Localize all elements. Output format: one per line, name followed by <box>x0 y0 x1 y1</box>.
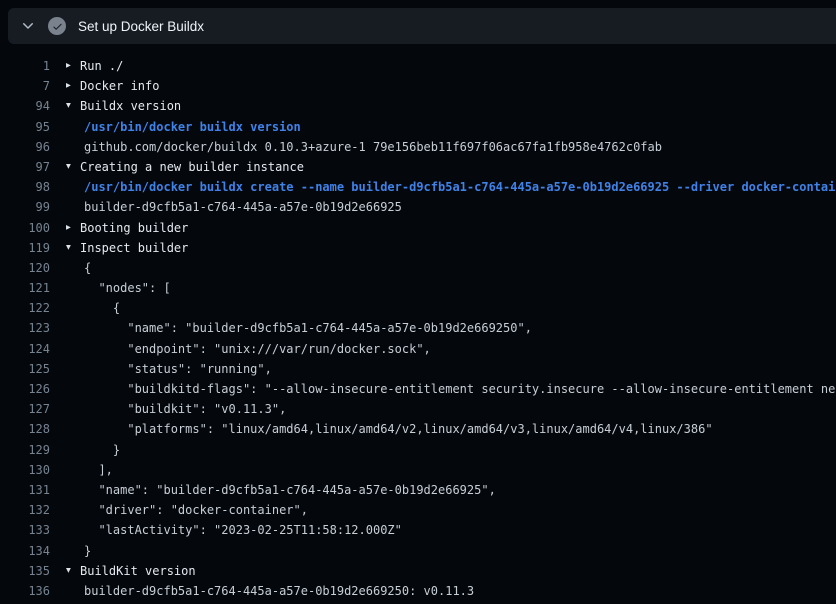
log-output-text: ], <box>66 460 113 480</box>
line-number[interactable]: 7 <box>0 76 50 96</box>
log-line: 133 "lastActivity": "2023-02-25T11:58:12… <box>0 520 836 540</box>
line-number[interactable]: 125 <box>0 359 50 379</box>
line-number[interactable]: 135 <box>0 561 50 581</box>
log-output-text: } <box>66 541 91 561</box>
log-line: 100 ▶Booting builder <box>0 218 836 238</box>
collapse-arrow-icon: ▼ <box>66 96 80 116</box>
log-line: 98/usr/bin/docker buildx create --name b… <box>0 177 836 197</box>
log-line: 119 ▼Inspect builder <box>0 238 836 258</box>
line-number[interactable]: 99 <box>0 197 50 217</box>
log-line: 122 { <box>0 298 836 318</box>
log-output-text: "status": "running", <box>66 359 272 379</box>
log-output-text: "buildkitd-flags": "--allow-insecure-ent… <box>66 379 836 399</box>
log-group-title[interactable]: Buildx version <box>80 96 181 116</box>
log-group-title[interactable]: Docker info <box>80 76 159 96</box>
log-line: 95/usr/bin/docker buildx version <box>0 117 836 137</box>
line-number[interactable]: 128 <box>0 419 50 439</box>
log-line: 130 ], <box>0 460 836 480</box>
line-number[interactable]: 97 <box>0 157 50 177</box>
log-output-text: "driver": "docker-container", <box>66 500 308 520</box>
line-number[interactable]: 122 <box>0 298 50 318</box>
log-group-title[interactable]: Creating a new builder instance <box>80 157 304 177</box>
chevron-down-icon <box>20 18 36 34</box>
line-number[interactable]: 133 <box>0 520 50 540</box>
line-number[interactable]: 123 <box>0 318 50 338</box>
line-number[interactable]: 119 <box>0 238 50 258</box>
line-number[interactable]: 121 <box>0 278 50 298</box>
log-command-text: /usr/bin/docker buildx create --name bui… <box>66 177 836 197</box>
log-output-text: "endpoint": "unix:///var/run/docker.sock… <box>66 339 431 359</box>
log-line: 136 builder-d9cfb5a1-c764-445a-a57e-0b19d… <box>0 581 836 601</box>
line-number[interactable]: 127 <box>0 399 50 419</box>
log-group-title[interactable]: Booting builder <box>80 218 188 238</box>
line-number[interactable]: 126 <box>0 379 50 399</box>
log-line: 124 "endpoint": "unix:///var/run/docker.… <box>0 339 836 359</box>
line-number[interactable]: 124 <box>0 339 50 359</box>
log-group-title[interactable]: Inspect builder <box>80 238 188 258</box>
step-header-bar[interactable]: Set up Docker Buildx <box>8 8 836 44</box>
line-number[interactable]: 94 <box>0 96 50 116</box>
expand-arrow-icon: ▶ <box>66 218 80 238</box>
log-output-area: 1▶Run ./7▶Docker info94▼Buildx version95… <box>0 44 836 604</box>
log-line: 99 builder-d9cfb5a1-c764-445a-a57e-0b19d2… <box>0 197 836 217</box>
log-output-text: builder-d9cfb5a1-c764-445a-a57e-0b19d2e6… <box>66 197 402 217</box>
line-number[interactable]: 129 <box>0 440 50 460</box>
line-number[interactable]: 136 <box>0 581 50 601</box>
expand-arrow-icon: ▶ <box>66 76 80 96</box>
line-number[interactable]: 130 <box>0 460 50 480</box>
step-title: Set up Docker Buildx <box>78 19 204 34</box>
line-number[interactable]: 120 <box>0 258 50 278</box>
line-number[interactable]: 131 <box>0 480 50 500</box>
log-output-text: "nodes": [ <box>66 278 171 298</box>
log-output-text: { <box>66 258 91 278</box>
log-line: 132 "driver": "docker-container", <box>0 500 836 520</box>
log-output-text: "platforms": "linux/amd64,linux/amd64/v2… <box>66 419 713 439</box>
line-number[interactable]: 96 <box>0 137 50 157</box>
log-line: 96 github.com/docker/buildx 0.10.3+azure-… <box>0 137 836 157</box>
line-number[interactable]: 134 <box>0 541 50 561</box>
log-line: 123 "name": "builder-d9cfb5a1-c764-445a-… <box>0 318 836 338</box>
log-line: 128 "platforms": "linux/amd64,linux/amd6… <box>0 419 836 439</box>
log-line: 135 ▼BuildKit version <box>0 561 836 581</box>
expand-arrow-icon: ▶ <box>66 56 80 76</box>
line-number[interactable]: 132 <box>0 500 50 520</box>
log-line: 127 "buildkit": "v0.11.3", <box>0 399 836 419</box>
log-output-text: builder-d9cfb5a1-c764-445a-a57e-0b19d2e6… <box>66 581 474 601</box>
log-output-text: } <box>66 440 120 460</box>
log-output-text: "name": "builder-d9cfb5a1-c764-445a-a57e… <box>66 480 496 500</box>
log-line: 121 "nodes": [ <box>0 278 836 298</box>
log-line: 7 ▶Docker info <box>0 76 836 96</box>
line-number[interactable]: 100 <box>0 218 50 238</box>
status-check-icon <box>48 17 66 35</box>
line-number[interactable]: 1 <box>0 56 50 76</box>
line-number[interactable]: 95 <box>0 117 50 137</box>
log-line: 126 "buildkitd-flags": "--allow-insecure… <box>0 379 836 399</box>
line-number[interactable]: 98 <box>0 177 50 197</box>
collapse-arrow-icon: ▼ <box>66 561 80 581</box>
log-output-text: "name": "builder-d9cfb5a1-c764-445a-a57e… <box>66 318 532 338</box>
collapse-arrow-icon: ▼ <box>66 157 80 177</box>
collapse-arrow-icon: ▼ <box>66 238 80 258</box>
log-line: 97 ▼Creating a new builder instance <box>0 157 836 177</box>
log-line: 120 { <box>0 258 836 278</box>
log-command-text: /usr/bin/docker buildx version <box>66 117 301 137</box>
log-group-title[interactable]: Run ./ <box>80 56 123 76</box>
log-line: 134} <box>0 541 836 561</box>
log-line: 129 } <box>0 440 836 460</box>
log-line: 131 "name": "builder-d9cfb5a1-c764-445a-… <box>0 480 836 500</box>
log-output-text: { <box>66 298 120 318</box>
log-line: 94 ▼Buildx version <box>0 96 836 116</box>
log-group-title[interactable]: BuildKit version <box>80 561 196 581</box>
log-line: 1 ▶Run ./ <box>0 56 836 76</box>
log-line: 125 "status": "running", <box>0 359 836 379</box>
log-output-text: "buildkit": "v0.11.3", <box>66 399 286 419</box>
log-output-text: github.com/docker/buildx 0.10.3+azure-1 … <box>66 137 662 157</box>
log-output-text: "lastActivity": "2023-02-25T11:58:12.000… <box>66 520 402 540</box>
